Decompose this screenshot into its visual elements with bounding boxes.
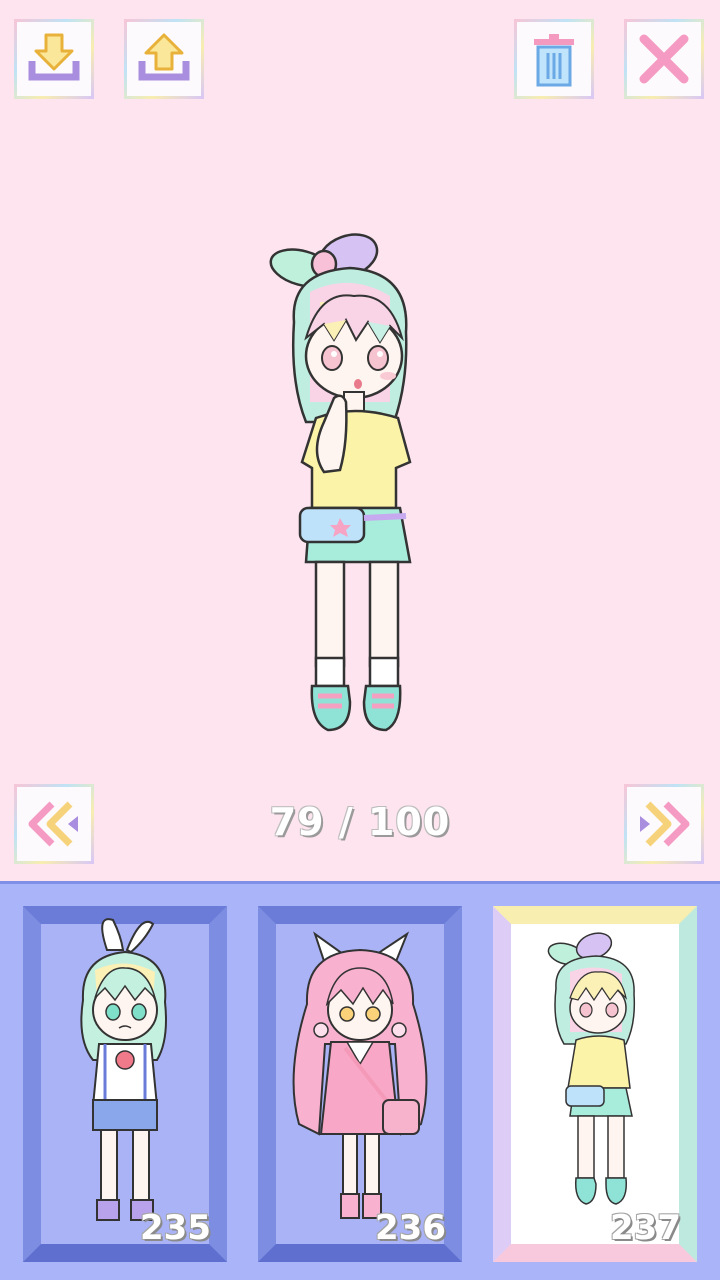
close-x-icon xyxy=(639,34,689,84)
character-thumbnail xyxy=(80,918,167,1221)
counter-current: 79 xyxy=(269,800,325,844)
upload-tray-icon xyxy=(138,33,190,81)
upload-button[interactable] xyxy=(124,19,204,99)
previous-button[interactable] xyxy=(14,784,94,864)
character-thumbnail xyxy=(547,932,636,1205)
double-chevron-left-icon xyxy=(28,801,78,847)
download-tray-icon xyxy=(28,33,80,81)
page-counter: 79 / 100 xyxy=(260,800,460,844)
download-button[interactable] xyxy=(14,19,94,99)
save-slot-236[interactable]: 236 xyxy=(258,906,462,1262)
next-button[interactable] xyxy=(624,784,704,864)
slot-number: 237 xyxy=(610,1208,681,1248)
slot-number: 236 xyxy=(375,1208,446,1248)
slot-number: 235 xyxy=(140,1208,211,1248)
character-preview xyxy=(269,233,412,732)
counter-separator: / xyxy=(338,800,354,844)
character-thumbnail xyxy=(292,931,428,1219)
save-slot-panel: 235 236 237 xyxy=(0,881,720,1280)
close-button[interactable] xyxy=(624,19,704,99)
double-chevron-right-icon xyxy=(640,801,690,847)
save-slot-235[interactable]: 235 xyxy=(23,906,227,1262)
save-slot-237[interactable]: 237 xyxy=(493,906,697,1262)
delete-button[interactable] xyxy=(514,19,594,99)
trash-can-icon xyxy=(534,34,574,87)
counter-total: 100 xyxy=(367,800,451,844)
